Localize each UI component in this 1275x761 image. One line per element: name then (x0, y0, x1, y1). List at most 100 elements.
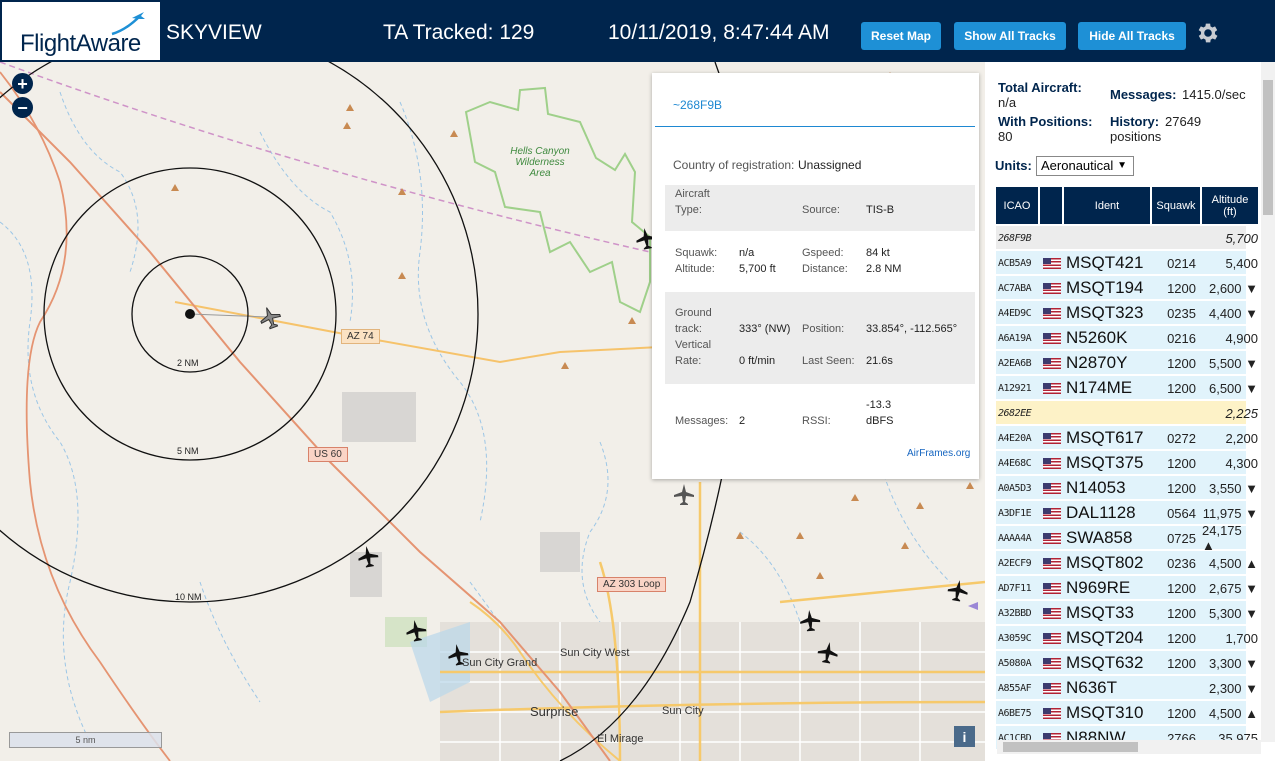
row-altitude: 2,200 (1225, 430, 1258, 446)
row-squawk: 1200 (1167, 480, 1196, 496)
range-ring-2nm-label: 2 NM (177, 358, 199, 368)
flag-icon (1043, 501, 1061, 525)
table-row[interactable]: A2ECF9 MSQT802 0236 4,500 ▲ (996, 551, 1258, 575)
source-value: TIS-B (866, 204, 895, 216)
table-row[interactable]: 2682EE 2,225 (996, 401, 1258, 425)
col-squawk[interactable]: Squawk (1152, 187, 1200, 224)
row-icao: A12921 (998, 382, 1032, 394)
hells-canyon-label: Hells Canyon Wilderness Area (510, 146, 570, 179)
zoom-out-button[interactable]: − (12, 97, 33, 118)
table-row[interactable]: A4E68C MSQT375 1200 4,300 (996, 451, 1258, 475)
table-row[interactable]: A6BE75 MSQT310 1200 4,500 ▲ (996, 701, 1258, 725)
vertical-rate-label: Vertical (675, 339, 712, 351)
hide-all-tracks-button[interactable]: Hide All Tracks (1078, 22, 1186, 50)
reset-map-button[interactable]: Reset Map (861, 22, 941, 50)
info-button[interactable]: i (954, 726, 975, 747)
row-altitude: 6,500 ▼ (1208, 380, 1258, 396)
units-select[interactable]: Aeronautical ▼ (1036, 156, 1134, 176)
row-ident: N174ME (1066, 378, 1133, 397)
table-row[interactable]: AAAA4A SWA858 0725 24,175 ▲ (996, 523, 1246, 553)
app-title: SKYVIEW (166, 21, 262, 44)
row-icao: A6BE75 (998, 707, 1032, 719)
table-row[interactable]: A5080A MSQT632 1200 3,300 ▼ (996, 651, 1258, 675)
range-ring-5nm-label: 5 NM (177, 446, 199, 456)
row-altitude: 3,300 ▼ (1208, 655, 1258, 671)
table-row[interactable]: A6A19A N5260K 0216 4,900 (996, 326, 1258, 350)
row-altitude: 2,300 ▼ (1208, 680, 1258, 696)
table-row[interactable]: A4ED9C MSQT323 0235 4,400 ▼ (996, 301, 1258, 325)
country-label: Country of registration: (673, 158, 795, 172)
row-altitude: 24,175 ▲ (1202, 523, 1242, 553)
row-altitude: 5,700 (1225, 230, 1258, 246)
aircraft-list-panel: Total Aircraft: n/a Messages: 1415.0/sec… (985, 62, 1275, 761)
total-aircraft-label: Total Aircraft: (998, 80, 1082, 95)
flag-icon (1043, 451, 1061, 475)
flag-icon (1043, 526, 1061, 550)
flag-icon (1043, 576, 1061, 600)
table-row[interactable]: AC7ABA MSQT194 1200 2,600 ▼ (996, 276, 1258, 300)
row-squawk (1148, 401, 1200, 425)
brand-name: FlightAware (20, 30, 141, 57)
flag-icon (1043, 301, 1061, 325)
col-altitude[interactable]: Altitude (ft) (1202, 187, 1258, 224)
table-row[interactable]: A32BBD MSQT33 1200 5,300 ▼ (996, 601, 1258, 625)
gspeed-value: 84 kt (866, 247, 890, 259)
vertical-scroll-thumb[interactable] (1263, 80, 1273, 215)
flag-icon (1043, 326, 1061, 350)
table-row[interactable]: AD7F11 N969RE 1200 2,675 ▼ (996, 576, 1258, 600)
col-flag[interactable] (1040, 187, 1062, 224)
flag-icon (1043, 701, 1061, 725)
row-icao: A4E20A (998, 432, 1032, 444)
row-icao: A4E68C (998, 457, 1032, 469)
popup-divider (655, 126, 975, 127)
row-icao: A3DF1E (998, 507, 1032, 519)
flightaware-logo[interactable]: FlightAware (2, 2, 160, 60)
row-altitude: 4,300 (1225, 455, 1258, 471)
table-row[interactable]: A3DF1E DAL1128 0564 11,975 ▼ (996, 501, 1258, 525)
row-icao: A5080A (998, 657, 1032, 669)
show-all-tracks-button[interactable]: Show All Tracks (954, 22, 1066, 50)
col-ident[interactable]: Ident (1064, 187, 1150, 224)
col-icao[interactable]: ICAO (996, 187, 1038, 224)
row-altitude: 5,400 (1225, 255, 1258, 271)
table-row[interactable]: A4E20A MSQT617 0272 2,200 (996, 426, 1258, 450)
zoom-in-button[interactable]: + (12, 73, 33, 94)
flag-icon (1043, 651, 1061, 675)
horizontal-scroll-thumb[interactable] (1003, 742, 1138, 752)
table-row[interactable]: A855AF N636T 2,300 ▼ (996, 676, 1258, 700)
units-label: Units: (995, 158, 1032, 173)
col-altitude-label: Altitude (1211, 193, 1249, 206)
row-ident (1066, 226, 1152, 250)
table-row[interactable]: A2EA6B N2870Y 1200 5,500 ▼ (996, 351, 1258, 375)
table-row[interactable]: ACB5A9 MSQT421 0214 5,400 (996, 251, 1258, 275)
row-squawk: 1200 (1167, 455, 1196, 471)
row-icao: AAAA4A (998, 532, 1032, 544)
table-row[interactable]: A0A5D3 N14053 1200 3,550 ▼ (996, 476, 1258, 500)
position-label: Position: (802, 323, 845, 335)
us60-shield: US 60 (308, 447, 348, 462)
row-icao: A32BBD (998, 607, 1032, 619)
row-altitude: 3,550 ▼ (1208, 480, 1258, 496)
table-row[interactable]: A12921 N174ME 1200 6,500 ▼ (996, 376, 1258, 400)
last-seen-label: Last Seen: (802, 355, 855, 367)
vertical-scrollbar[interactable] (1261, 62, 1275, 742)
chevron-down-icon: ▼ (1117, 160, 1127, 171)
table-row[interactable]: A3059C MSQT204 1200 1,700 (996, 626, 1258, 650)
el-mirage-label: El Mirage (597, 733, 644, 745)
history-label: History: (1110, 114, 1160, 129)
row-ident: MSQT323 (1066, 303, 1144, 322)
flag-icon (1043, 351, 1061, 375)
gear-icon[interactable] (1195, 20, 1221, 46)
row-altitude: 2,600 ▼ (1208, 280, 1258, 296)
airframes-link[interactable]: AirFrames.org (907, 448, 970, 459)
row-squawk: 0214 (1167, 255, 1196, 271)
scale-bar: 5 nm (9, 732, 162, 748)
row-icao: ACB5A9 (998, 257, 1032, 269)
row-squawk: 0725 (1167, 530, 1196, 546)
horizontal-scrollbar[interactable] (997, 740, 1261, 754)
flag-icon (1043, 476, 1061, 500)
sun-city-grand-label: Sun City Grand (462, 657, 538, 669)
altitude-label: Altitude: (675, 263, 715, 275)
row-squawk: 0564 (1167, 505, 1196, 521)
table-row[interactable]: 268F9B 5,700 (996, 226, 1258, 250)
